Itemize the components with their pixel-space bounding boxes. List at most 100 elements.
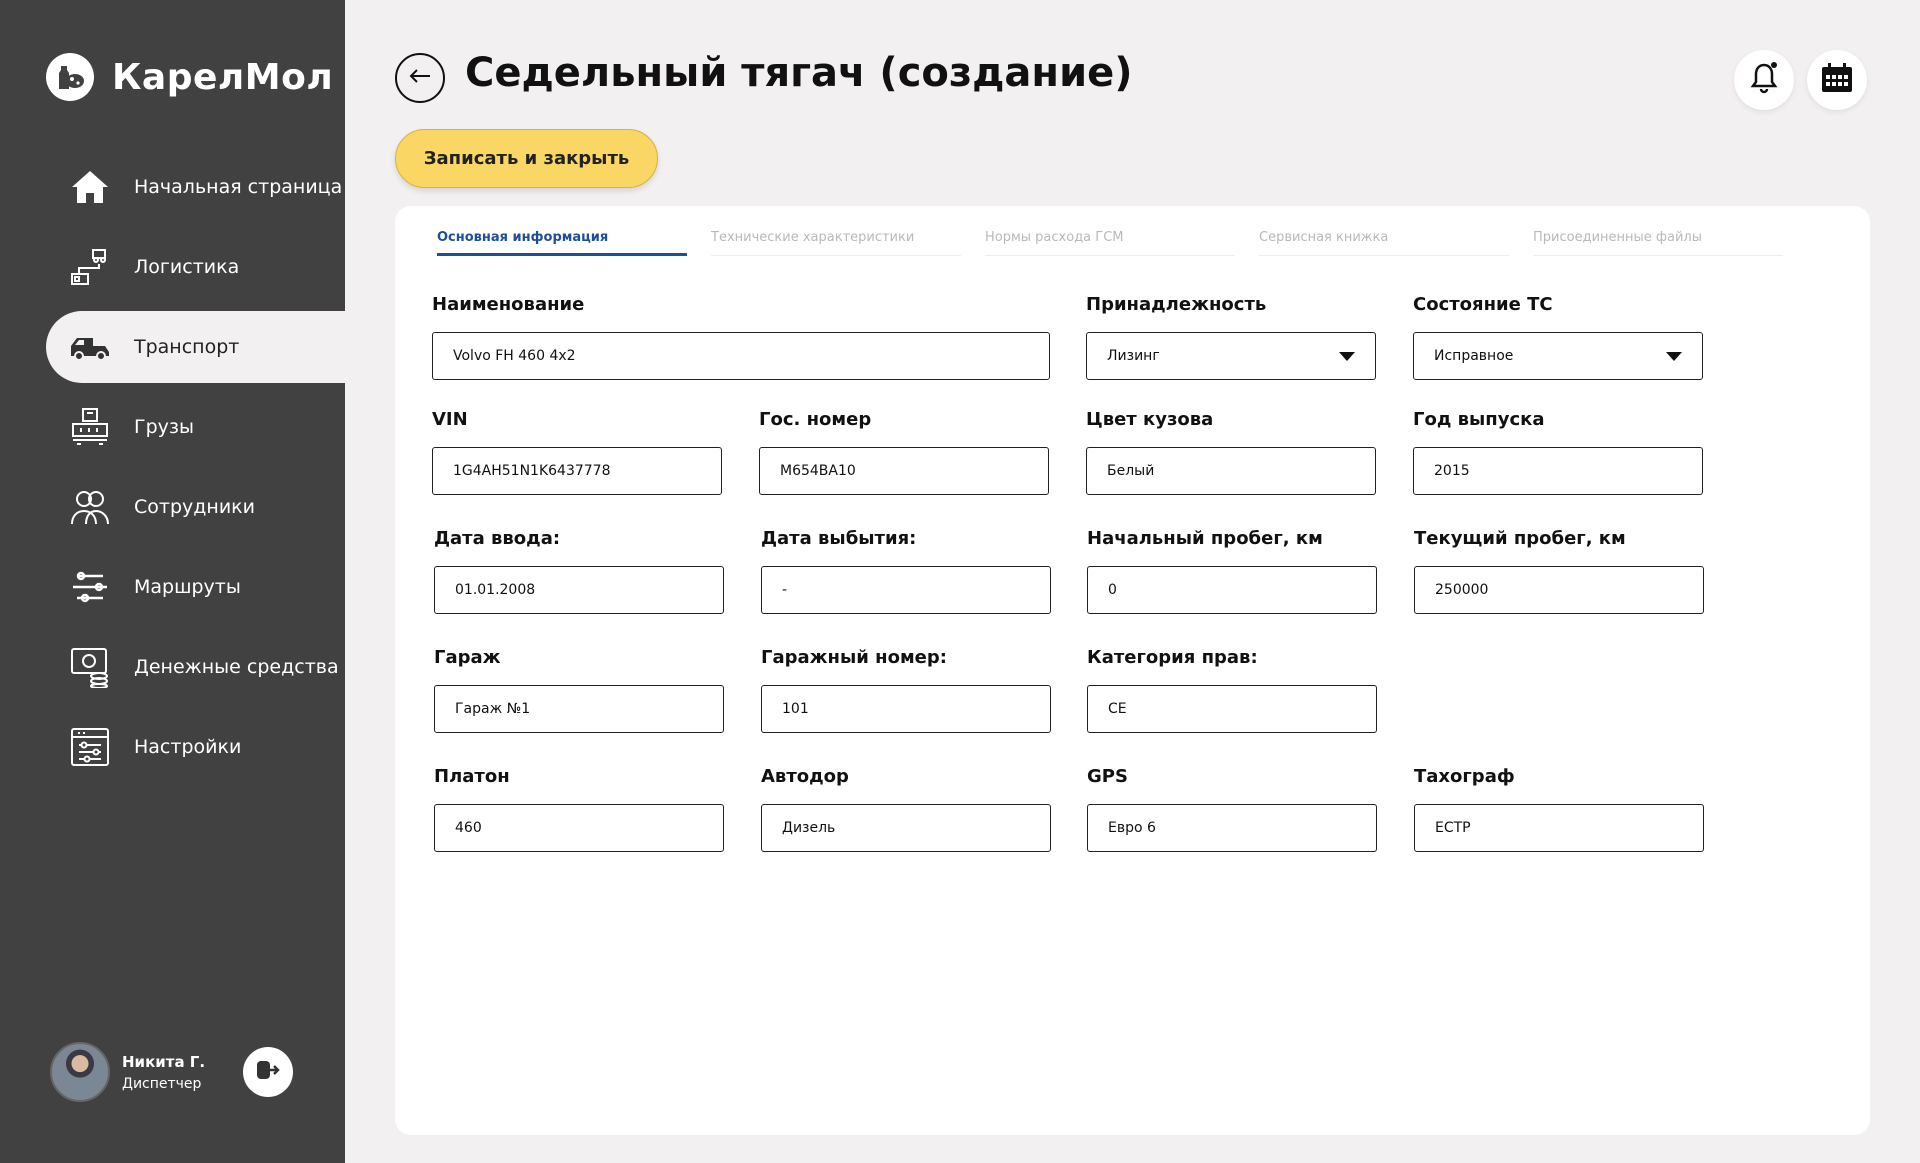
tab-attached-files[interactable]: Присоединенные файлы: [1533, 230, 1783, 256]
sidebar-item-label: Настройки: [134, 736, 242, 758]
sidebar-item-label: Денежные средства: [134, 656, 339, 678]
color-label: Цвет кузова: [1086, 409, 1214, 430]
exit-date-label: Дата выбытия:: [761, 528, 917, 549]
ownership-select[interactable]: Лизинг: [1086, 332, 1376, 380]
user-profile[interactable]: Никита Г. Диспетчер: [50, 1042, 205, 1102]
tachograph-label: Тахограф: [1414, 766, 1515, 787]
entry-date-field[interactable]: 01.01.2008: [434, 566, 724, 614]
garage-number-value: 101: [782, 701, 809, 717]
start-mileage-field[interactable]: 0: [1087, 566, 1377, 614]
sidebar-item-routes[interactable]: Маршруты: [0, 551, 345, 623]
user-role: Диспетчер: [122, 1075, 202, 1092]
color-value: Белый: [1107, 463, 1155, 479]
garage-number-field[interactable]: 101: [761, 685, 1051, 733]
name-value: Volvo FH 460 4x2: [453, 348, 576, 364]
gps-value: Евро 6: [1108, 820, 1156, 836]
caret-down-icon: [1666, 351, 1682, 361]
garage-number-label: Гаражный номер:: [761, 647, 947, 668]
plate-field[interactable]: М654ВА10: [759, 447, 1049, 495]
ownership-value: Лизинг: [1107, 348, 1160, 364]
current-mileage-value: 250000: [1435, 582, 1489, 598]
tab-tech-specs[interactable]: Технические характеристики: [711, 230, 961, 256]
exit-date-field[interactable]: -: [761, 566, 1051, 614]
settings-icon: [68, 725, 112, 769]
current-mileage-field[interactable]: 250000: [1414, 566, 1704, 614]
sidebar-item-label: Сотрудники: [134, 496, 255, 518]
condition-value: Исправное: [1434, 348, 1514, 364]
avtodor-field[interactable]: Дизель: [761, 804, 1051, 852]
form-card: Основная информация Технические характер…: [395, 206, 1870, 1135]
ownership-label: Принадлежность: [1086, 294, 1267, 315]
current-mileage-label: Текущий пробег, км: [1414, 528, 1626, 549]
entry-date-label: Дата ввода:: [434, 528, 561, 549]
save-and-close-button[interactable]: Записать и закрыть: [395, 129, 658, 188]
home-icon: [68, 165, 112, 209]
sidebar-item-logistics[interactable]: Логистика: [0, 231, 345, 303]
tab-fuel-norms[interactable]: Нормы расхода ГСМ: [985, 230, 1235, 256]
app-name: КарелМол: [112, 56, 334, 98]
gps-field[interactable]: Евро 6: [1087, 804, 1377, 852]
sidebar-item-employees[interactable]: Сотрудники: [0, 471, 345, 543]
sidebar-item-label: Маршруты: [134, 576, 241, 598]
sidebar-item-home[interactable]: Начальная страница: [0, 151, 345, 223]
vin-field[interactable]: 1G4AH51N1K6437778: [432, 447, 722, 495]
tab-main-info[interactable]: Основная информация: [437, 230, 687, 256]
platon-field[interactable]: 460: [434, 804, 724, 852]
year-label: Год выпуска: [1413, 409, 1545, 430]
page-title: Седельный тягач (создание): [465, 50, 1133, 96]
exit-date-value: -: [782, 582, 788, 598]
platon-value: 460: [455, 820, 482, 836]
sidebar-item-label: Грузы: [134, 416, 194, 438]
avtodor-value: Дизель: [782, 820, 836, 836]
employees-icon: [68, 485, 112, 529]
plate-value: М654ВА10: [780, 463, 856, 479]
garage-field[interactable]: Гараж №1: [434, 685, 724, 733]
sidebar-item-transport[interactable]: Транспорт: [46, 311, 345, 383]
avatar: [50, 1042, 110, 1102]
sidebar-item-money[interactable]: Денежные средства: [0, 631, 345, 703]
back-button[interactable]: [395, 53, 445, 103]
sidebar-item-label: Начальная страница: [134, 176, 343, 198]
sidebar-nav: Начальная страница Логистика Транспорт Г…: [0, 151, 345, 791]
routes-icon: [68, 565, 112, 609]
vin-label: VIN: [432, 409, 468, 430]
caret-down-icon: [1339, 351, 1355, 361]
tabs: Основная информация Технические характер…: [437, 230, 1807, 256]
logo[interactable]: КарелМол: [46, 53, 333, 101]
milk-logo-icon: [46, 53, 94, 101]
name-field[interactable]: Volvo FH 460 4x2: [432, 332, 1050, 380]
license-category-value: CE: [1108, 701, 1127, 717]
sidebar-item-label: Транспорт: [134, 336, 240, 358]
gps-label: GPS: [1087, 766, 1128, 787]
sidebar: КарелМол Начальная страница Логистика Тр…: [0, 0, 345, 1163]
year-field[interactable]: 2015: [1413, 447, 1703, 495]
plate-label: Гос. номер: [759, 409, 872, 430]
bell-icon: [1749, 61, 1779, 99]
condition-select[interactable]: Исправное: [1413, 332, 1703, 380]
vin-value: 1G4AH51N1K6437778: [453, 463, 611, 479]
logistics-icon: [68, 245, 112, 289]
notifications-button[interactable]: [1734, 50, 1794, 110]
truck-icon: [68, 325, 112, 369]
tachograph-value: ЕСТР: [1435, 820, 1471, 836]
user-name: Никита Г.: [122, 1052, 206, 1071]
calendar-icon: [1821, 63, 1853, 97]
license-category-label: Категория прав:: [1087, 647, 1258, 668]
logout-button[interactable]: [243, 1047, 293, 1097]
start-mileage-value: 0: [1108, 582, 1117, 598]
start-mileage-label: Начальный пробег, км: [1087, 528, 1323, 549]
sidebar-item-label: Логистика: [134, 256, 240, 278]
condition-label: Состояние ТС: [1413, 294, 1553, 315]
tab-service-book[interactable]: Сервисная книжка: [1259, 230, 1509, 256]
garage-value: Гараж №1: [455, 701, 531, 717]
logout-icon: [255, 1057, 281, 1087]
money-icon: [68, 645, 112, 689]
garage-label: Гараж: [434, 647, 501, 668]
year-value: 2015: [1434, 463, 1470, 479]
license-category-field[interactable]: CE: [1087, 685, 1377, 733]
sidebar-item-settings[interactable]: Настройки: [0, 711, 345, 783]
color-field[interactable]: Белый: [1086, 447, 1376, 495]
calendar-button[interactable]: [1807, 50, 1867, 110]
tachograph-field[interactable]: ЕСТР: [1414, 804, 1704, 852]
sidebar-item-cargo[interactable]: Грузы: [0, 391, 345, 463]
